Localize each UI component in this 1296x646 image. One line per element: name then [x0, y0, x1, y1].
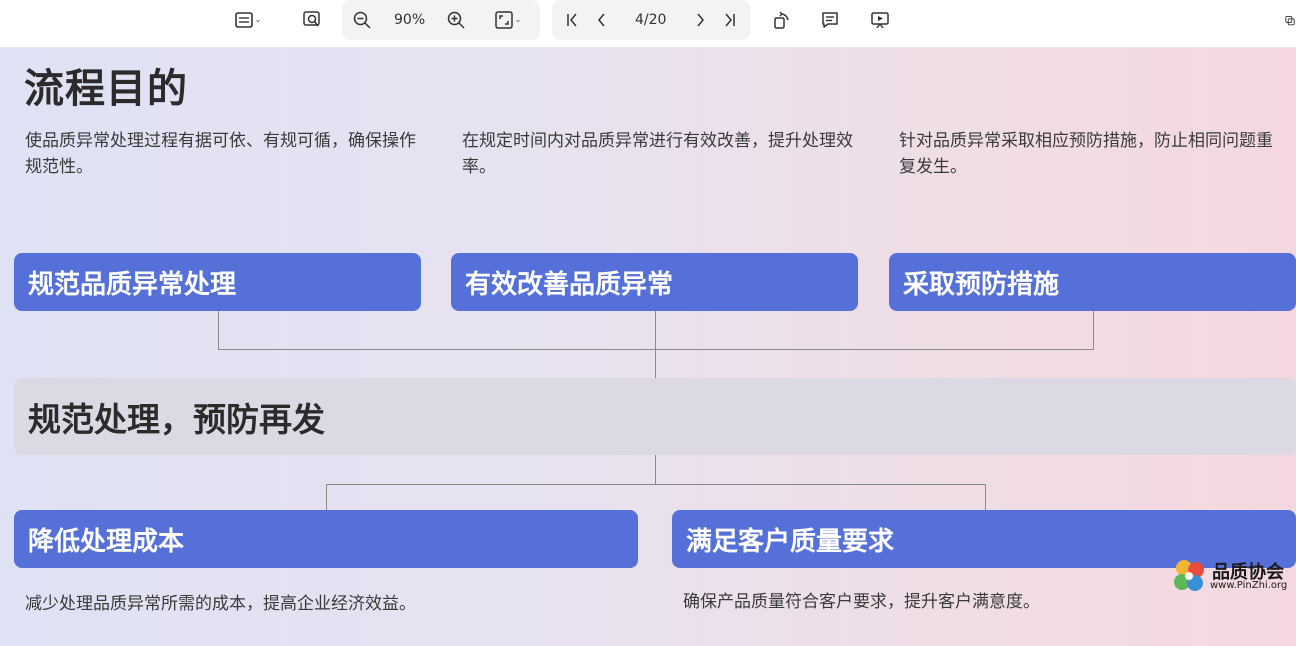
- prev-page-button[interactable]: [590, 8, 614, 32]
- search-button[interactable]: [300, 8, 324, 32]
- first-page-button[interactable]: [560, 8, 584, 32]
- viewer-toolbar: ⌄ 90% ⌄ 4/20: [0, 0, 1296, 48]
- outcome-1-description: 减少处理品质异常所需的成本，提高企业经济效益。: [25, 594, 416, 614]
- zoom-level[interactable]: 90%: [394, 12, 425, 28]
- zoom-in-icon: [447, 11, 465, 29]
- purpose-1-box: 规范品质异常处理: [14, 253, 421, 311]
- present-button[interactable]: [868, 8, 892, 32]
- prev-page-icon: [598, 13, 605, 27]
- fit-page-icon: [495, 11, 513, 29]
- last-page-button[interactable]: [718, 8, 742, 32]
- first-page-icon: [567, 13, 577, 27]
- comment-button[interactable]: [818, 8, 842, 32]
- center-box: 规范处理，预防再发: [14, 378, 1296, 455]
- watermark-logo: 品质协会 www.PinZhi.org: [1170, 556, 1296, 596]
- purpose-3-box: 采取预防措施: [889, 253, 1296, 311]
- connector-line: [218, 311, 219, 349]
- purpose-1-label: 规范品质异常处理: [28, 269, 237, 300]
- comment-icon: [822, 12, 838, 28]
- connector-line: [326, 484, 327, 510]
- zoom-in-button[interactable]: [444, 8, 468, 32]
- purpose-1-description: 使品质异常处理过程有据可依、有规可循，确保操作规范性。: [25, 131, 416, 177]
- purpose-3-description: 针对品质异常采取相应预防措施，防止相同问题重复发生。: [899, 131, 1273, 177]
- rotate-icon: [774, 11, 789, 29]
- rotate-button[interactable]: [770, 8, 794, 32]
- fit-page-button[interactable]: ⌄: [486, 8, 530, 32]
- outcome-1-box: 降低处理成本: [14, 510, 638, 568]
- last-page-icon: [725, 13, 735, 27]
- connector-line: [326, 484, 986, 485]
- purpose-2-label: 有效改善品质异常: [465, 269, 674, 300]
- chevron-down-icon: ⌄: [254, 15, 262, 25]
- more-icon: [1285, 15, 1295, 26]
- view-mode-button[interactable]: ⌄: [226, 8, 270, 32]
- slide-title: 流程目的: [24, 66, 188, 112]
- zoom-out-icon: [353, 11, 371, 29]
- search-icon: [303, 11, 320, 27]
- connector-line: [1093, 311, 1094, 349]
- page-nav-group: 4/20: [552, 0, 750, 40]
- outcome-1-label: 降低处理成本: [28, 526, 185, 557]
- slide-canvas: 流程目的 使品质异常处理过程有据可依、有规可循，确保操作规范性。 在规定时间内对…: [0, 48, 1296, 646]
- outcome-2-label: 满足客户质量要求: [686, 526, 895, 557]
- connector-line: [218, 349, 1094, 350]
- connector-line: [985, 484, 986, 510]
- next-page-icon: [697, 13, 704, 27]
- purpose-3-label: 采取预防措施: [903, 269, 1060, 300]
- purpose-2-description: 在规定时间内对品质异常进行有效改善，提升处理效率。: [462, 131, 853, 177]
- zoom-out-button[interactable]: [350, 8, 374, 32]
- more-button[interactable]: [1284, 8, 1296, 32]
- view-mode-icon: [235, 12, 254, 28]
- connector-line: [655, 311, 656, 378]
- chevron-down-icon: ⌄: [514, 15, 522, 25]
- next-page-button[interactable]: [688, 8, 712, 32]
- watermark-text-en: www.PinZhi.org: [1210, 580, 1288, 591]
- connector-line: [655, 455, 656, 484]
- present-icon: [871, 12, 889, 29]
- page-indicator[interactable]: 4/20: [635, 12, 666, 28]
- zoom-group: 90% ⌄: [342, 0, 540, 40]
- center-label: 规范处理，预防再发: [28, 399, 325, 439]
- pinwheel-logo-icon: [1174, 560, 1204, 591]
- purpose-2-box: 有效改善品质异常: [451, 253, 858, 311]
- outcome-2-description: 确保产品质量符合客户要求，提升客户满意度。: [683, 592, 1040, 612]
